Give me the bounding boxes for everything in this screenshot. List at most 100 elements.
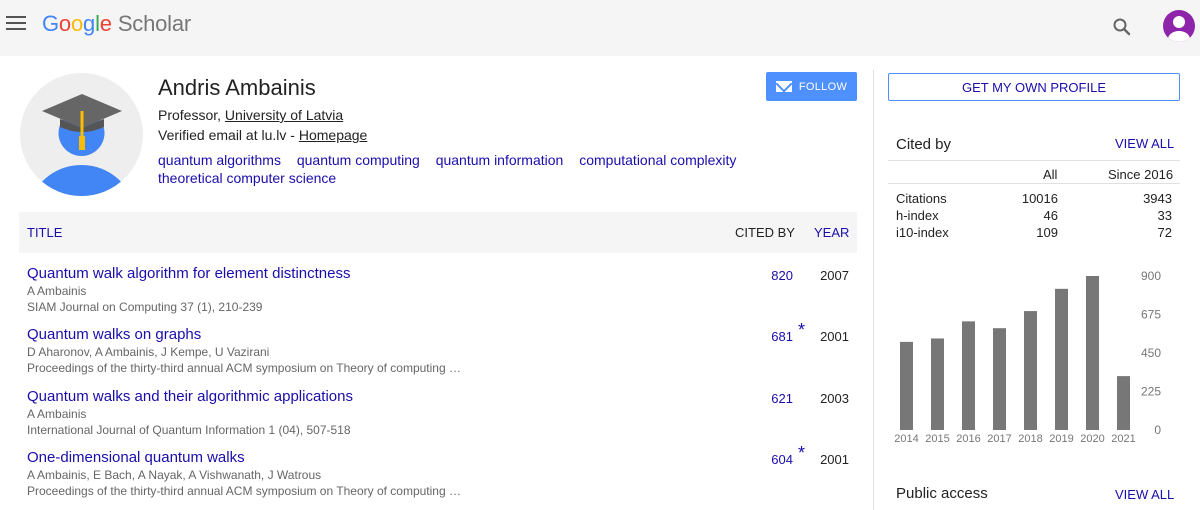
y-tick-label: 225	[1141, 385, 1161, 399]
year-column-header[interactable]: YEAR	[814, 225, 849, 240]
public-access-view-all-link[interactable]: VIEW ALL	[1115, 487, 1174, 502]
research-interests: quantum algorithms quantum computing qua…	[158, 151, 778, 187]
stats-row: i10-index 109 72	[896, 225, 1172, 242]
stats-row: Citations 10016 3943	[896, 191, 1172, 208]
article-venue: Proceedings of the thirty-third annual A…	[27, 484, 461, 498]
stat-all-value: 10016	[1021, 191, 1058, 206]
x-tick-label: 2017	[987, 433, 1011, 445]
article-row: Quantum walks and their algorithmic appl…	[27, 388, 857, 446]
x-tick-label: 2021	[1111, 433, 1135, 445]
stats-since-header: Since 2016	[1108, 167, 1174, 182]
article-year: 2001	[820, 452, 849, 467]
article-title-link[interactable]: One-dimensional quantum walks	[27, 449, 245, 466]
chart-bar[interactable]	[900, 341, 913, 430]
logo-suffix: Scholar	[117, 11, 192, 36]
interest-link[interactable]: quantum computing	[297, 152, 420, 168]
article-venue: International Journal of Quantum Informa…	[27, 423, 351, 437]
article-row: Quantum walk algorithm for element disti…	[27, 265, 857, 323]
stat-since-value: 72	[1157, 225, 1172, 240]
x-tick-label: 2019	[1049, 433, 1073, 445]
follow-button[interactable]: FOLLOW	[766, 72, 857, 101]
logo-letter: e	[99, 11, 112, 36]
google-scholar-logo[interactable]: Google Scholar	[42, 11, 191, 37]
stat-label: Citations	[896, 191, 947, 206]
interest-link[interactable]: quantum algorithms	[158, 152, 281, 168]
menu-icon[interactable]	[6, 16, 26, 32]
cited-by-heading: Cited by	[896, 136, 952, 153]
merged-citation-star: *	[798, 443, 806, 463]
role-text: Professor,	[158, 107, 225, 123]
x-tick-label: 2018	[1018, 433, 1042, 445]
stat-label: h-index	[896, 208, 939, 223]
account-avatar[interactable]	[1163, 10, 1195, 42]
article-year: 2003	[820, 391, 849, 406]
chart-bar[interactable]	[1117, 376, 1130, 430]
profile-photo	[20, 73, 143, 196]
logo-letter: o	[70, 11, 84, 36]
article-authors: A Ambainis, E Bach, A Nayak, A Vishwanat…	[27, 468, 322, 482]
x-tick-label: 2016	[956, 433, 980, 445]
chart-bar[interactable]	[962, 321, 975, 430]
article-title-link[interactable]: Quantum walks on graphs	[27, 326, 201, 343]
x-tick-label: 2015	[925, 433, 949, 445]
chart-bar[interactable]	[1055, 288, 1068, 430]
get-my-own-profile-button[interactable]: GET MY OWN PROFILE	[888, 73, 1180, 101]
article-row: One-dimensional quantum walks A Ambainis…	[27, 443, 857, 507]
stat-label: i10-index	[896, 225, 949, 240]
article-authors: A Ambainis	[27, 407, 87, 421]
cited-by-count-link[interactable]: 820	[771, 268, 793, 283]
stat-since-value: 33	[1157, 208, 1172, 223]
y-tick-label: 450	[1141, 346, 1161, 360]
verified-text: Verified email at lu.lv -	[158, 127, 299, 143]
chart-bar[interactable]	[1024, 311, 1037, 430]
x-tick-label: 2020	[1080, 433, 1104, 445]
x-tick-label: 2014	[894, 433, 918, 445]
article-year: 2007	[820, 268, 849, 283]
interest-link[interactable]: computational complexity	[579, 152, 736, 168]
affiliation: Professor, University of Latvia	[158, 107, 343, 123]
article-venue: SIAM Journal on Computing 37 (1), 210-23…	[27, 300, 263, 314]
person-icon	[1168, 16, 1190, 42]
article-authors: D Aharonov, A Ambainis, J Kempe, U Vazir…	[27, 345, 270, 359]
homepage-link[interactable]: Homepage	[299, 127, 368, 143]
article-row: Quantum walks on graphs D Aharonov, A Am…	[27, 320, 857, 384]
interest-link[interactable]: theoretical computer science	[158, 170, 336, 186]
verified-email: Verified email at lu.lv - Homepage	[158, 127, 367, 143]
divider	[888, 183, 1180, 184]
logo-letter: o	[58, 11, 71, 36]
search-icon[interactable]	[1112, 17, 1132, 37]
stat-all-value: 109	[1036, 225, 1058, 240]
y-tick-label: 900	[1141, 269, 1161, 283]
divider	[888, 160, 1180, 161]
profile-name: Andris Ambainis	[158, 75, 316, 100]
mail-icon	[775, 81, 792, 92]
university-link[interactable]: University of Latvia	[225, 107, 343, 123]
logo-letter: G	[42, 11, 59, 36]
articles-table-header: TITLE CITED BY YEAR	[19, 212, 857, 253]
public-access-heading: Public access	[896, 485, 988, 502]
article-authors: A Ambainis	[27, 284, 87, 298]
stat-since-value: 3943	[1143, 191, 1172, 206]
stat-all-value: 46	[1043, 208, 1058, 223]
top-bar: Google Scholar	[0, 0, 1200, 56]
article-title-link[interactable]: Quantum walk algorithm for element disti…	[27, 265, 350, 282]
sidebar-divider	[873, 70, 874, 510]
article-title-link[interactable]: Quantum walks and their algorithmic appl…	[27, 388, 353, 405]
graduate-avatar-icon	[32, 94, 131, 196]
y-tick-label: 0	[1154, 423, 1161, 437]
cited-by-column-header: CITED BY	[735, 225, 795, 240]
cited-by-view-all-link[interactable]: VIEW ALL	[1115, 136, 1174, 151]
chart-bar[interactable]	[993, 328, 1006, 430]
title-column-header[interactable]: TITLE	[27, 225, 62, 240]
article-year: 2001	[820, 329, 849, 344]
merged-citation-star: *	[798, 320, 806, 340]
stats-row: h-index 46 33	[896, 208, 1172, 225]
cited-by-count-link[interactable]: 604	[771, 452, 793, 467]
cited-by-count-link[interactable]: 681	[771, 329, 793, 344]
cited-by-count-link[interactable]: 621	[771, 391, 793, 406]
interest-link[interactable]: quantum information	[436, 152, 564, 168]
chart-bar[interactable]	[931, 338, 944, 430]
follow-label: FOLLOW	[798, 80, 848, 93]
logo-letter: g	[83, 11, 96, 36]
chart-bar[interactable]	[1086, 276, 1099, 430]
